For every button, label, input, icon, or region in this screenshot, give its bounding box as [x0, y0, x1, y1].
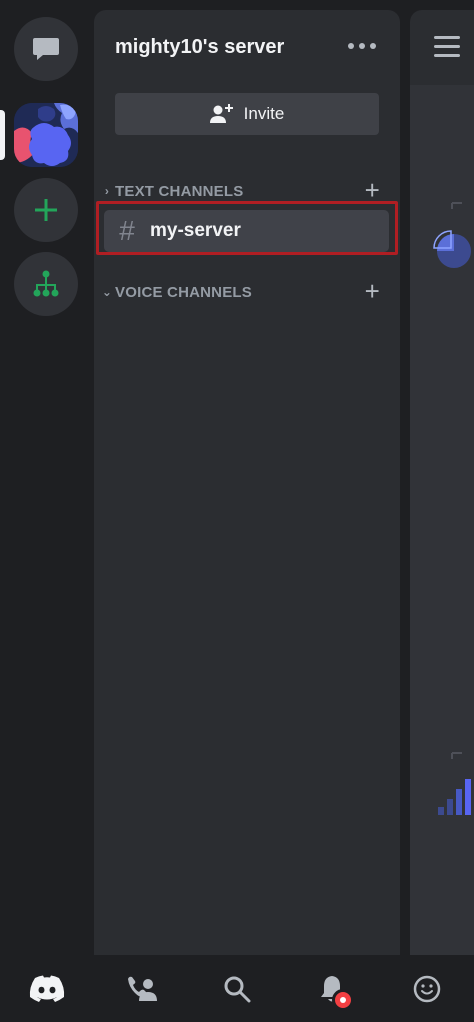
invite-button[interactable]: Invite	[115, 93, 379, 135]
discord-app: mighty10's server Invite › TEXT CHANNELS…	[0, 0, 474, 1022]
channel-item-my-server[interactable]: # my-server	[104, 210, 389, 252]
add-person-icon	[209, 104, 233, 123]
add-voice-channel-icon[interactable]: +	[365, 278, 380, 304]
category-label: TEXT CHANNELS	[115, 182, 244, 200]
plus-icon	[35, 199, 57, 221]
explore-servers-button[interactable]	[14, 252, 78, 316]
hash-icon: #	[119, 215, 135, 246]
add-server-button[interactable]	[14, 178, 78, 242]
bottom-navigation	[0, 955, 474, 1022]
chevron-right-icon: ›	[104, 184, 110, 198]
channel-name: my-server	[150, 220, 241, 241]
selected-server-indicator	[0, 110, 5, 160]
category-voice-channels[interactable]: ⌄ VOICE CHANNELS +	[100, 278, 390, 304]
dot-icon	[359, 43, 365, 49]
more-options-button[interactable]	[348, 38, 376, 54]
nav-home[interactable]	[23, 965, 71, 1013]
chat-content-peek	[410, 85, 474, 955]
invite-label: Invite	[243, 104, 285, 123]
category-label: VOICE CHANNELS	[115, 283, 252, 301]
nav-search[interactable]	[213, 965, 261, 1013]
direct-messages-button[interactable]	[14, 17, 78, 81]
hamburger-menu-icon[interactable]	[434, 36, 460, 63]
server-name[interactable]: mighty10's server	[115, 36, 284, 59]
nav-notifications[interactable]	[308, 965, 356, 1013]
channel-panel: mighty10's server Invite › TEXT CHANNELS…	[94, 10, 400, 955]
pie-chart-icon	[433, 202, 471, 268]
category-text-channels[interactable]: › TEXT CHANNELS +	[100, 177, 390, 203]
smiley-icon	[413, 975, 440, 1002]
server-rail	[0, 0, 92, 955]
discord-logo-icon	[30, 975, 65, 1002]
hierarchy-icon	[33, 270, 59, 297]
friends-icon	[128, 976, 158, 1001]
chat-bubble-icon	[33, 38, 59, 60]
notification-badge	[331, 988, 354, 1011]
dot-icon	[370, 43, 376, 49]
nav-profile[interactable]	[403, 965, 451, 1013]
search-icon	[224, 976, 251, 1002]
server-avatar-image	[14, 103, 78, 167]
nav-friends[interactable]	[118, 965, 166, 1013]
chat-area-peek	[410, 10, 474, 955]
dot-icon	[348, 43, 354, 49]
add-text-channel-icon[interactable]: +	[365, 177, 380, 203]
chevron-down-icon: ⌄	[101, 285, 113, 299]
bar-chart-icon	[438, 752, 471, 815]
server-avatar[interactable]	[14, 103, 78, 167]
